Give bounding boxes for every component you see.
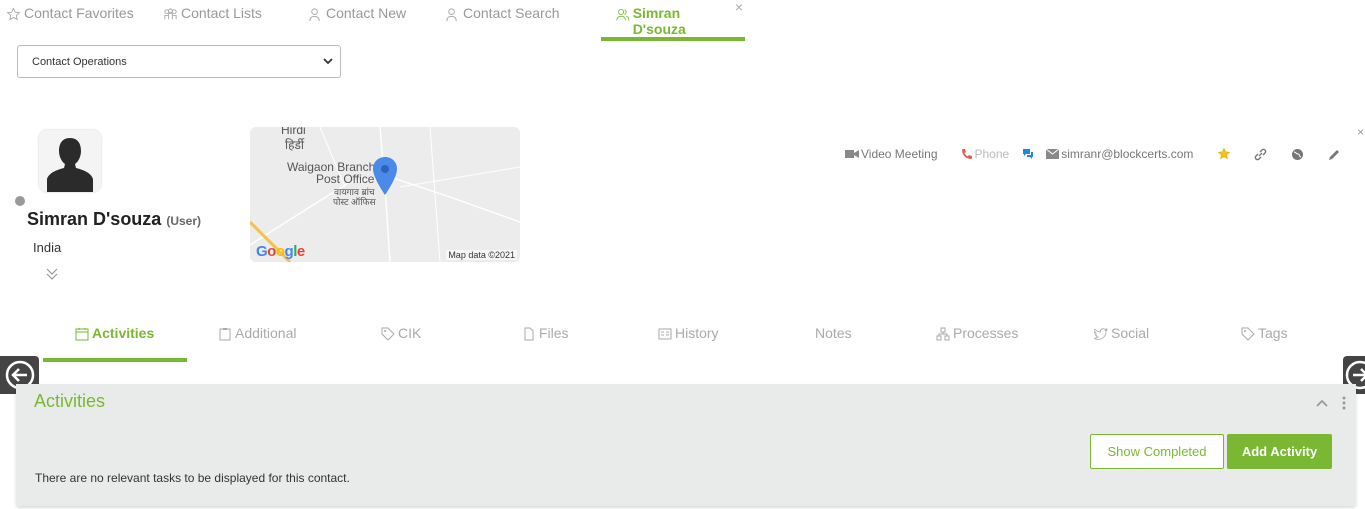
history-card-icon: [658, 328, 672, 340]
activities-panel: Activities Show Completed Add Activity T…: [16, 384, 1356, 506]
calendar-icon: [75, 328, 89, 341]
tab-contact-new[interactable]: Contact New: [308, 5, 406, 41]
user-group-icon: [616, 8, 630, 21]
map-label: हिर्डी: [285, 138, 305, 152]
tab-label: Simran D'souza: [632, 5, 686, 37]
tab-simran-dsouza[interactable]: Simran D'souza ×: [601, 0, 745, 41]
top-tab-bar: Contact Favorites Contact Lists Contact …: [0, 0, 1365, 42]
tab-label: History: [675, 325, 719, 341]
star-icon: [6, 7, 21, 21]
panel-title: Activities: [34, 391, 106, 411]
tab-additional[interactable]: Additional: [218, 325, 297, 362]
map-label: पोस्ट ऑफिस: [333, 197, 376, 207]
tab-files[interactable]: Files: [522, 325, 569, 362]
tab-notes[interactable]: Notes: [815, 325, 852, 362]
tab-cik[interactable]: CIK: [381, 325, 421, 362]
edit-button[interactable]: [1328, 148, 1343, 161]
phone-label: Phone: [974, 147, 1010, 161]
email-address: simranr@blockcerts.com: [1061, 147, 1194, 161]
map-pin-icon: [373, 157, 397, 195]
location-map[interactable]: Hirdi हिर्डी Waigaon Branch Post Office …: [250, 127, 520, 262]
tab-label: Social: [1111, 325, 1150, 341]
chat-button[interactable]: [1022, 148, 1036, 160]
tab-label: Contact Lists: [181, 5, 262, 21]
map-attribution: Map data ©2021: [446, 250, 517, 260]
process-icon: [936, 327, 950, 341]
tab-history[interactable]: History: [658, 325, 719, 362]
link-icon: [1255, 148, 1267, 160]
tag-icon: [381, 327, 395, 341]
contact-name-text: Simran D'souza: [27, 209, 162, 229]
person-silhouette-icon: [39, 130, 101, 192]
panel-tools: [1316, 396, 1346, 410]
close-tab-icon[interactable]: ×: [735, 0, 743, 15]
empty-tasks-message: There are no relevant tasks to be displa…: [35, 471, 350, 485]
contact-role: (User): [166, 214, 202, 228]
google-logo: Google: [256, 243, 305, 260]
tab-label: Additional: [235, 325, 297, 341]
globe-icon: [1292, 148, 1304, 160]
expand-details-icon[interactable]: [45, 266, 59, 287]
phone-icon: [961, 149, 972, 159]
status-indicator: [15, 196, 25, 206]
video-camera-icon: [845, 150, 859, 158]
contact-country: India: [33, 240, 62, 255]
tab-label: Contact New: [326, 5, 407, 21]
tab-social[interactable]: Social: [1094, 325, 1149, 362]
pencil-icon: [1329, 149, 1340, 160]
kebab-menu-icon[interactable]: [1342, 396, 1346, 410]
video-meeting-label: Video Meeting: [861, 147, 938, 161]
clipboard-icon: [219, 328, 231, 341]
tab-label: Tags: [1258, 325, 1288, 341]
tag-icon: [1241, 327, 1255, 341]
tab-contact-favorites[interactable]: Contact Favorites: [6, 5, 134, 41]
tab-activities[interactable]: Activities: [43, 325, 187, 362]
star-icon: [1218, 147, 1231, 160]
tab-label: Files: [539, 325, 569, 341]
user-search-icon: [446, 8, 457, 22]
contact-name: Simran D'souza (User): [27, 209, 201, 230]
link-button[interactable]: [1254, 148, 1269, 161]
collapse-icon[interactable]: [1316, 399, 1328, 407]
group-icon: [164, 8, 177, 20]
tab-label: Processes: [953, 325, 1019, 341]
chevron-down-icon: [323, 58, 333, 65]
file-icon: [524, 327, 534, 341]
globe-button[interactable]: [1291, 148, 1306, 161]
chat-icon: [1023, 149, 1034, 159]
map-label: Post Office: [316, 172, 375, 186]
tab-label: Contact Search: [463, 5, 560, 21]
video-meeting-button[interactable]: Video Meeting: [845, 147, 938, 161]
close-panel-icon[interactable]: ×: [1357, 125, 1364, 139]
envelope-icon: [1046, 149, 1060, 159]
tab-contact-search[interactable]: Contact Search: [445, 5, 560, 41]
select-value: Contact Operations: [32, 55, 127, 68]
tab-tags[interactable]: Tags: [1241, 325, 1288, 362]
tab-contact-lists[interactable]: Contact Lists: [163, 5, 262, 41]
tab-label: CIK: [398, 325, 422, 341]
phone-button[interactable]: Phone: [961, 147, 1010, 161]
tab-label: Notes: [815, 325, 852, 341]
favorite-button[interactable]: [1217, 147, 1233, 161]
avatar: [39, 130, 101, 192]
user-add-icon: [309, 8, 320, 22]
tab-label: Activities: [92, 325, 155, 341]
twitter-icon: [1094, 328, 1108, 340]
add-activity-button[interactable]: Add Activity: [1227, 434, 1332, 469]
contact-actions: Video Meeting Phone simranr@blockcerts.c…: [840, 145, 1343, 163]
tab-processes[interactable]: Processes: [936, 325, 1018, 362]
contact-operations-select[interactable]: Contact Operations: [17, 45, 341, 78]
show-completed-button[interactable]: Show Completed: [1090, 434, 1224, 469]
tab-label: Contact Favorites: [24, 5, 134, 21]
email-link[interactable]: simranr@blockcerts.com: [1046, 147, 1193, 161]
